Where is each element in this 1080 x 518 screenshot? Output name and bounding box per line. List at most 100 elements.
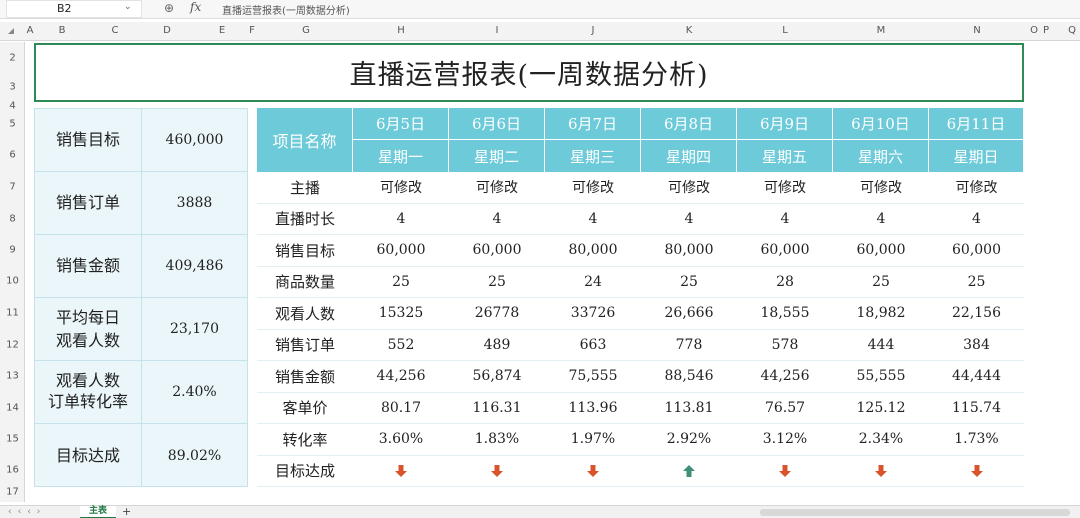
table-cell[interactable]: 4	[353, 204, 449, 235]
table-cell[interactable]: 18,555	[737, 298, 833, 329]
table-cell[interactable]: 2.34%	[833, 424, 929, 455]
sheet-nav-arrows-icon[interactable]: ‹‹‹›	[8, 506, 46, 518]
summary-label[interactable]: 销售订单	[35, 172, 142, 234]
table-cell[interactable]: 25	[449, 267, 545, 298]
table-cell[interactable]: 18,982	[833, 298, 929, 329]
table-cell[interactable]: 4	[449, 204, 545, 235]
table-cell[interactable]: 可修改	[929, 172, 1024, 203]
row-header-4[interactable]: 4	[0, 101, 25, 112]
goal-status-cell[interactable]	[449, 456, 545, 487]
goal-status-cell[interactable]	[641, 456, 737, 487]
table-cell[interactable]: 可修改	[545, 172, 641, 203]
column-header-q[interactable]: Q	[1068, 25, 1076, 36]
table-cell[interactable]: 4	[737, 204, 833, 235]
chevron-down-icon[interactable]: ⌄	[124, 2, 132, 12]
row-header-14[interactable]: 14	[0, 403, 25, 414]
row-header-15[interactable]: 15	[0, 434, 25, 445]
row-header-2[interactable]: 2	[0, 53, 25, 64]
table-cell[interactable]: 88,546	[641, 361, 737, 392]
table-cell[interactable]: 75,555	[545, 361, 641, 392]
row-header-10[interactable]: 10	[0, 276, 25, 287]
column-header-k[interactable]: K	[686, 25, 693, 36]
goal-status-cell[interactable]	[737, 456, 833, 487]
table-cell[interactable]: 3.12%	[737, 424, 833, 455]
table-cell[interactable]: 444	[833, 330, 929, 361]
row-header-17[interactable]: 17	[0, 487, 25, 498]
header-weekday[interactable]: 星期日	[929, 140, 1024, 172]
header-weekday[interactable]: 星期四	[641, 140, 737, 172]
table-cell[interactable]: 4	[641, 204, 737, 235]
table-cell[interactable]: 663	[545, 330, 641, 361]
table-cell[interactable]: 125.12	[833, 393, 929, 424]
row-header-9[interactable]: 9	[0, 245, 25, 256]
row-header-8[interactable]: 8	[0, 214, 25, 225]
table-cell[interactable]: 113.96	[545, 393, 641, 424]
column-header-e[interactable]: E	[219, 25, 225, 36]
column-header-g[interactable]: G	[302, 25, 310, 36]
header-date[interactable]: 6月7日	[545, 108, 641, 140]
row-label[interactable]: 销售目标	[257, 235, 353, 266]
table-cell[interactable]: 80.17	[353, 393, 449, 424]
table-cell[interactable]: 552	[353, 330, 449, 361]
table-cell[interactable]: 44,256	[737, 361, 833, 392]
horizontal-scrollbar[interactable]	[760, 509, 1070, 516]
add-sheet-button[interactable]: +	[122, 505, 131, 518]
table-cell[interactable]: 4	[929, 204, 1024, 235]
table-cell[interactable]: 25	[353, 267, 449, 298]
column-header-m[interactable]: M	[877, 25, 886, 36]
column-header-h[interactable]: H	[397, 25, 405, 36]
table-cell[interactable]: 22,156	[929, 298, 1024, 329]
table-cell[interactable]: 60,000	[737, 235, 833, 266]
column-header-d[interactable]: D	[163, 25, 171, 36]
header-project-name[interactable]: 项目名称	[257, 108, 353, 172]
table-cell[interactable]: 1.83%	[449, 424, 545, 455]
header-date[interactable]: 6月11日	[929, 108, 1024, 140]
header-date[interactable]: 6月9日	[737, 108, 833, 140]
table-cell[interactable]: 116.31	[449, 393, 545, 424]
column-header-b[interactable]: B	[59, 25, 66, 36]
summary-value[interactable]: 89.02%	[142, 424, 247, 487]
table-cell[interactable]: 578	[737, 330, 833, 361]
table-cell[interactable]: 56,874	[449, 361, 545, 392]
table-cell[interactable]: 55,555	[833, 361, 929, 392]
row-label[interactable]: 观看人数	[257, 298, 353, 329]
row-label[interactable]: 销售金额	[257, 361, 353, 392]
summary-value[interactable]: 409,486	[142, 235, 247, 297]
row-header-5[interactable]: 5	[0, 119, 25, 130]
row-header-16[interactable]: 16	[0, 465, 25, 476]
table-cell[interactable]: 15325	[353, 298, 449, 329]
row-label[interactable]: 商品数量	[257, 267, 353, 298]
column-header-n[interactable]: N	[973, 25, 980, 36]
summary-value[interactable]: 2.40%	[142, 361, 247, 423]
column-header-a[interactable]: A	[27, 25, 34, 36]
row-label[interactable]: 销售订单	[257, 330, 353, 361]
table-cell[interactable]: 113.81	[641, 393, 737, 424]
goal-status-cell[interactable]	[353, 456, 449, 487]
column-header-c[interactable]: C	[112, 25, 119, 36]
table-cell[interactable]: 可修改	[449, 172, 545, 203]
column-header-l[interactable]: L	[782, 25, 788, 36]
column-header-j[interactable]: J	[592, 25, 595, 36]
table-cell[interactable]: 33726	[545, 298, 641, 329]
column-header-f[interactable]: F	[249, 25, 255, 36]
row-label[interactable]: 直播时长	[257, 204, 353, 235]
column-header-p[interactable]: P	[1043, 25, 1049, 36]
header-weekday[interactable]: 星期三	[545, 140, 641, 172]
table-cell[interactable]: 25	[929, 267, 1024, 298]
summary-value[interactable]: 23,170	[142, 298, 247, 360]
table-cell[interactable]: 60,000	[929, 235, 1024, 266]
formula-input[interactable]: 直播运营报表(一周数据分析)	[222, 2, 350, 17]
header-weekday[interactable]: 星期二	[449, 140, 545, 172]
row-header-11[interactable]: 11	[0, 308, 25, 319]
table-cell[interactable]: 25	[641, 267, 737, 298]
header-date[interactable]: 6月10日	[833, 108, 929, 140]
table-cell[interactable]: 4	[545, 204, 641, 235]
table-cell[interactable]: 2.92%	[641, 424, 737, 455]
table-cell[interactable]: 384	[929, 330, 1024, 361]
header-date[interactable]: 6月6日	[449, 108, 545, 140]
table-cell[interactable]: 26,666	[641, 298, 737, 329]
row-label[interactable]: 转化率	[257, 424, 353, 455]
zoom-icon[interactable]: ⊕	[164, 1, 174, 15]
row-header-13[interactable]: 13	[0, 371, 25, 382]
table-cell[interactable]: 24	[545, 267, 641, 298]
